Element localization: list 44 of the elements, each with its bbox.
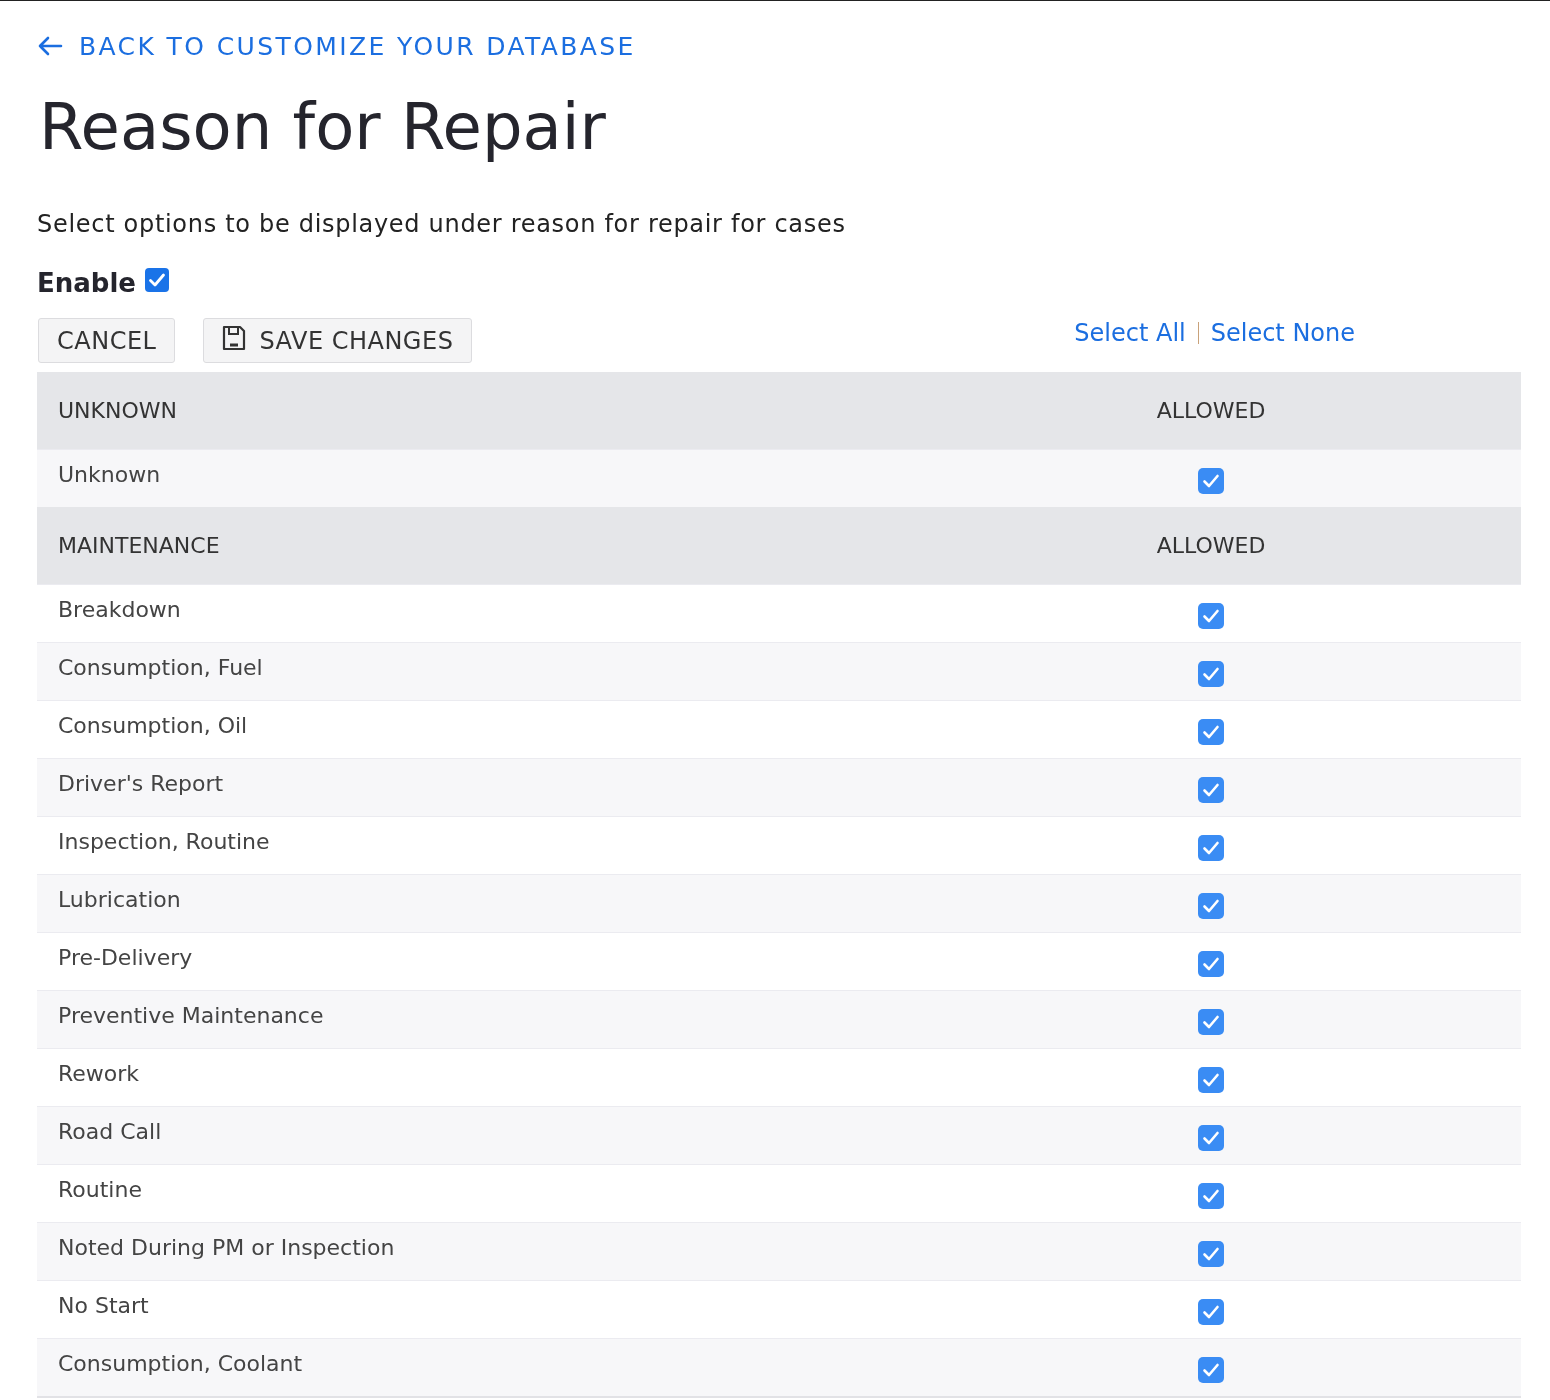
allowed-checkbox[interactable] [1198, 950, 1224, 977]
reason-label: Consumption, Oil [57, 713, 249, 738]
back-arrow-icon [37, 35, 63, 57]
allowed-checkbox[interactable] [1198, 834, 1224, 861]
save-changes-button[interactable]: SAVE CHANGES [203, 318, 473, 363]
reason-label: No Start [57, 1293, 150, 1318]
allowed-checkbox[interactable] [1198, 892, 1224, 919]
allowed-checkbox[interactable] [1198, 718, 1224, 745]
reason-label: Consumption, Coolant [57, 1351, 304, 1376]
reason-label: Preventive Maintenance [57, 1003, 325, 1028]
allowed-checkbox[interactable] [1198, 1066, 1224, 1093]
reason-label: Unknown [57, 462, 162, 487]
allowed-checkbox[interactable] [1198, 1182, 1224, 1209]
group-name: MAINTENANCE [57, 533, 221, 558]
reason-label: Rework [57, 1061, 141, 1086]
allowed-checkbox[interactable] [1198, 660, 1224, 687]
reason-label: Routine [57, 1177, 143, 1202]
reason-label: Lubrication [57, 887, 182, 912]
allowed-checkbox[interactable] [1198, 602, 1224, 629]
allowed-checkbox[interactable] [1198, 1008, 1224, 1035]
allowed-checkbox[interactable] [1198, 1240, 1224, 1267]
reason-label: Inspection, Routine [57, 829, 271, 854]
group-name: UNKNOWN [57, 398, 178, 423]
selection-link[interactable]: Select None [1210, 318, 1355, 348]
enable-checkbox[interactable] [145, 268, 169, 292]
allowed-checkbox[interactable] [1198, 776, 1224, 803]
description-text: Select options to be displayed under reason for repair for cases [37, 209, 846, 239]
allowed-checkbox[interactable] [1198, 1356, 1224, 1383]
column-header: ALLOWED [1155, 398, 1267, 423]
reason-label: Breakdown [57, 597, 182, 622]
allowed-checkbox[interactable] [1198, 1124, 1224, 1151]
reason-label: Driver's Report [57, 771, 225, 796]
cancel-button[interactable]: CANCEL [38, 318, 176, 363]
reason-label: Road Call [57, 1119, 163, 1144]
reason-label: Consumption, Fuel [57, 655, 264, 680]
allowed-checkbox[interactable] [1198, 467, 1224, 494]
page-title: Reason for Repair [39, 89, 606, 166]
column-header: ALLOWED [1155, 533, 1267, 558]
reason-label: Noted During PM or Inspection [57, 1235, 396, 1260]
back-link[interactable]: BACK TO CUSTOMIZE YOUR DATABASE [37, 29, 636, 63]
enable-label: Enable [37, 267, 136, 300]
allowed-checkbox[interactable] [1198, 1298, 1224, 1325]
reason-label: Pre-Delivery [57, 945, 194, 970]
selection-link[interactable]: Select All [1074, 318, 1186, 348]
